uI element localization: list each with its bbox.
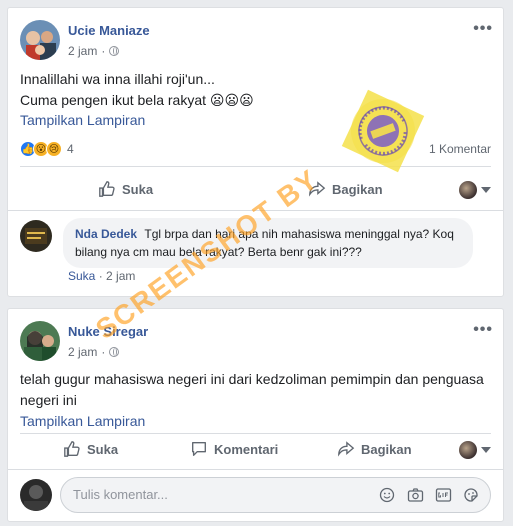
post-text-line: Innalillahi wa inna illahi roji'un... (20, 71, 215, 87)
share-arrow-icon (309, 181, 326, 197)
comment-label: Komentari (214, 441, 279, 457)
share-label: Bagikan (361, 441, 412, 457)
comment-bubble: Nda Dedek Tgl brpa dan hari apa nih maha… (63, 218, 473, 268)
like-button[interactable]: Suka (63, 440, 118, 458)
share-label: Bagikan (332, 181, 383, 197)
author-name[interactable]: Ucie Maniaze (68, 23, 150, 38)
post-text-line: negeri ini (20, 392, 77, 408)
globe-icon (109, 347, 120, 357)
globe-icon (109, 46, 120, 56)
post-card: Nuke Siregar 2 jam · ••• telah gugur mah… (7, 308, 504, 522)
divider (8, 210, 503, 211)
caret-down-icon (481, 187, 491, 193)
author-name[interactable]: Nuke Siregar (68, 324, 148, 339)
comment-input[interactable] (73, 487, 353, 502)
caret-down-icon (481, 447, 491, 453)
comment-button[interactable]: Komentari (190, 440, 278, 458)
show-attachment-link[interactable]: Tampilkan Lampiran (20, 112, 145, 128)
like-button[interactable]: Suka (98, 180, 153, 198)
more-dots-icon[interactable]: ••• (473, 20, 493, 38)
show-attachment-link[interactable]: Tampilkan Lampiran (20, 413, 145, 429)
author-avatar[interactable] (20, 321, 60, 361)
comment-bubble-icon (192, 442, 206, 456)
viewer-avatar (459, 441, 477, 459)
like-label: Suka (122, 181, 154, 197)
viewer-avatar (459, 181, 477, 199)
like-label: Suka (87, 441, 119, 457)
comment-like-link[interactable]: Suka (68, 269, 95, 283)
post-text-line: telah gugur mahasiswa negeri ini dari ke… (20, 371, 484, 387)
divider (8, 469, 503, 470)
reaction-summary[interactable]: 👍 😮 😢 4 (20, 141, 74, 157)
post-time[interactable]: 2 jam (68, 44, 97, 58)
gif-icon[interactable] (434, 486, 452, 504)
viewer-switcher[interactable] (459, 441, 491, 459)
emoji-icon[interactable] (378, 486, 396, 504)
post-time[interactable]: 2 jam (68, 345, 97, 359)
share-button[interactable]: Bagikan (308, 180, 383, 198)
post-text-line: Cuma pengen ikut bela rakyat 😦😦😦 (20, 92, 254, 108)
thumbs-up-icon (64, 441, 80, 457)
author-avatar[interactable] (20, 20, 60, 60)
more-dots-icon[interactable]: ••• (473, 321, 493, 339)
camera-icon[interactable] (406, 486, 424, 504)
share-arrow-icon (338, 441, 355, 457)
thumbs-up-icon (99, 181, 115, 197)
viewer-switcher[interactable] (459, 181, 491, 199)
comment-count[interactable]: 1 Komentar (429, 142, 491, 156)
sticker-icon[interactable] (462, 486, 480, 504)
comment-meta: Suka · 2 jam (68, 269, 136, 283)
post-meta: 2 jam · (68, 345, 120, 359)
comment-author[interactable]: Nda Dedek (75, 227, 137, 241)
post-meta: 2 jam · (68, 44, 120, 58)
divider (20, 433, 491, 434)
reaction-count: 4 (67, 142, 74, 156)
post-text: telah gugur mahasiswa negeri ini dari ke… (20, 369, 491, 411)
commenter-avatar[interactable] (20, 220, 52, 252)
comment-time[interactable]: 2 jam (106, 269, 135, 283)
post-text: Innalillahi wa inna illahi roji'un... Cu… (20, 69, 254, 111)
comment-input-box[interactable] (60, 477, 491, 513)
post-card: Ucie Maniaze 2 jam · ••• Innalillahi wa … (7, 7, 504, 297)
current-user-avatar[interactable] (20, 479, 52, 511)
input-icon-group (378, 486, 480, 504)
sad-reaction-icon: 😢 (46, 141, 62, 157)
share-button[interactable]: Bagikan (337, 440, 412, 458)
divider (20, 166, 491, 167)
